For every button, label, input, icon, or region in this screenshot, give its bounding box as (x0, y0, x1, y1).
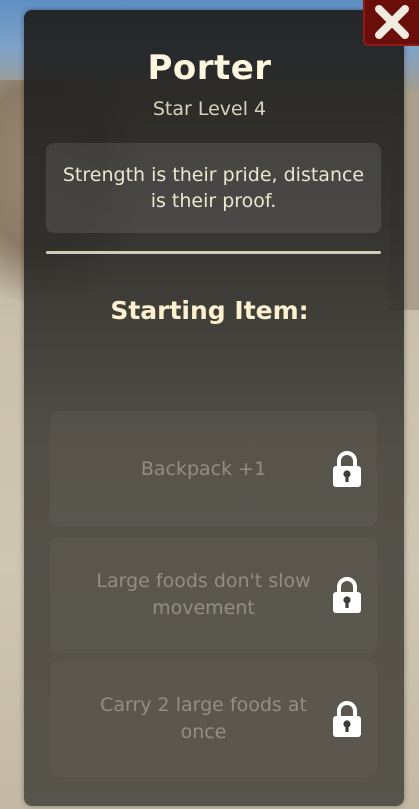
starting-item-heading: Starting Item: (110, 296, 309, 325)
star-level-label: Star Level 4 (152, 98, 267, 120)
perk-item[interactable]: Backpack +1 (50, 411, 377, 527)
class-title: Porter (147, 48, 272, 88)
close-button[interactable] (363, 0, 419, 46)
lock-icon (333, 451, 361, 487)
perk-label: Large foods don't slow movement (96, 570, 311, 619)
divider (46, 251, 381, 254)
perk-item[interactable]: Carry 2 large foods at once (50, 661, 377, 777)
class-description-box: Strength is their pride, distance is the… (46, 143, 381, 233)
lock-icon (333, 577, 361, 613)
class-description: Strength is their pride, distance is the… (62, 164, 365, 212)
close-icon (375, 5, 409, 39)
perk-label: Backpack +1 (140, 457, 267, 480)
perk-item[interactable]: Large foods don't slow movement (50, 537, 377, 653)
lock-icon (333, 701, 361, 737)
perk-label: Carry 2 large foods at once (100, 694, 307, 743)
